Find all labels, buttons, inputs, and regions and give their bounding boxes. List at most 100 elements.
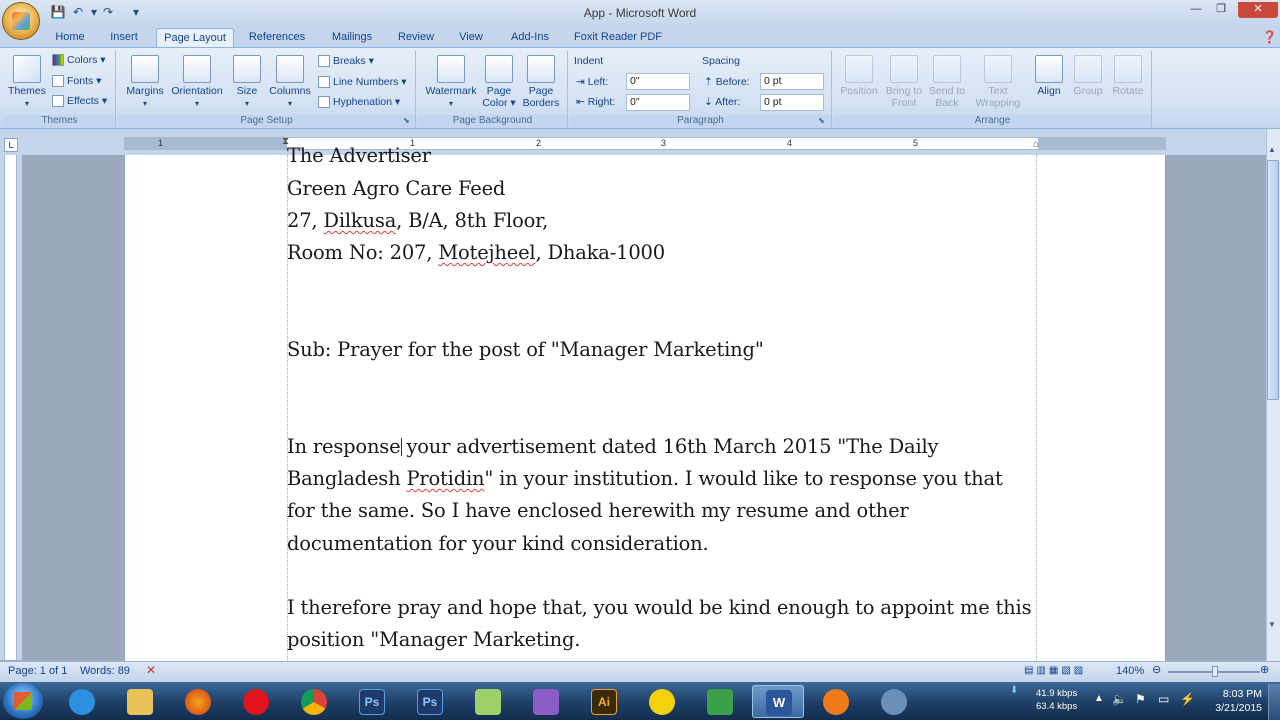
taskbar-photoshop-1[interactable]: Ps xyxy=(346,685,398,718)
firefox-icon xyxy=(185,689,211,715)
taskbar-camtasia[interactable] xyxy=(694,685,746,718)
watermark-button[interactable]: Watermark ▾ xyxy=(424,55,478,110)
taskbar-photoshop-2[interactable]: Ps xyxy=(404,685,456,718)
bring-to-front-button[interactable]: Bring to Front xyxy=(882,55,926,109)
group-button[interactable]: Group xyxy=(1068,55,1108,97)
taskbar-chrome[interactable] xyxy=(288,685,340,718)
office-button[interactable] xyxy=(2,2,40,40)
taskbar-explorer[interactable] xyxy=(114,685,166,718)
horizontal-ruler[interactable] xyxy=(124,137,1166,150)
doc-line-body-2[interactable]: Bangladesh Protidin" in your institution… xyxy=(287,467,1003,490)
page-color-button[interactable]: Page Color ▾ xyxy=(480,55,518,109)
opera-icon xyxy=(243,689,269,715)
help-icon[interactable]: ❓ xyxy=(1262,30,1277,44)
camtasia-icon xyxy=(707,689,733,715)
page-borders-button[interactable]: Page Borders xyxy=(520,55,562,109)
window-title: App - Microsoft Word xyxy=(583,6,697,20)
taskbar-notepad[interactable] xyxy=(462,685,514,718)
doc-line-recipient[interactable]: The Advertiser xyxy=(287,144,431,167)
doc-line-subject[interactable]: Sub: Prayer for the post of "Manager Mar… xyxy=(287,338,764,361)
taskbar-ie[interactable] xyxy=(56,685,108,718)
line-numbers-button[interactable]: Line Numbers ▾ xyxy=(318,76,407,89)
zoom-out-icon[interactable]: ⊖ xyxy=(1152,663,1161,676)
taskbar-media-player[interactable] xyxy=(810,685,862,718)
indent-right-input[interactable]: 0" xyxy=(626,94,690,111)
tab-page-layout[interactable]: Page Layout xyxy=(156,28,234,48)
breaks-button[interactable]: Breaks ▾ xyxy=(318,55,374,68)
zoom-slider-thumb[interactable] xyxy=(1212,666,1218,677)
view-buttons[interactable]: ▤▥▦▧▨ xyxy=(1024,665,1110,679)
photoshop-icon: Ps xyxy=(359,689,385,715)
margins-button[interactable]: Margins ▾ xyxy=(124,55,166,110)
align-label: Align xyxy=(1037,85,1061,97)
close-button[interactable]: ✕ xyxy=(1238,2,1278,18)
zoom-level[interactable]: 140% xyxy=(1116,665,1144,677)
minimize-button[interactable]: — xyxy=(1183,2,1209,18)
start-button[interactable] xyxy=(3,683,43,719)
tab-home[interactable]: Home xyxy=(50,28,90,48)
spacing-before-input[interactable]: 0 pt xyxy=(760,73,824,90)
taskbar-visual-studio[interactable] xyxy=(520,685,572,718)
hyphenation-button[interactable]: Hyphenation ▾ xyxy=(318,96,400,109)
tab-view[interactable]: View xyxy=(454,28,488,48)
right-indent-marker-icon[interactable]: ⌂ xyxy=(1033,139,1039,150)
align-button[interactable]: Align xyxy=(1030,55,1068,97)
scroll-up-icon[interactable]: ▲ xyxy=(1268,145,1276,154)
taskbar-network[interactable] xyxy=(868,685,920,718)
colors-button[interactable]: Colors ▾ xyxy=(52,54,106,67)
taskbar-illustrator[interactable]: Ai xyxy=(578,685,630,718)
scrollbar-thumb[interactable] xyxy=(1267,160,1279,400)
taskbar-opera[interactable] xyxy=(230,685,282,718)
doc-line-address-1[interactable]: 27, Dilkusa, B/A, 8th Floor, xyxy=(287,209,548,232)
scroll-down-icon[interactable]: ▼ xyxy=(1268,620,1276,629)
word-count[interactable]: Words: 89 xyxy=(80,665,130,677)
fonts-button[interactable]: Fonts ▾ xyxy=(52,75,101,88)
page-count[interactable]: Page: 1 of 1 xyxy=(8,665,67,677)
doc-line-body-1[interactable]: In response your advertisement dated 16t… xyxy=(287,435,939,458)
taskbar-firefox[interactable] xyxy=(172,685,224,718)
size-label: Size xyxy=(236,85,258,97)
spacing-after-input[interactable]: 0 pt xyxy=(760,94,824,111)
effects-button[interactable]: Effects ▾ xyxy=(52,95,107,108)
tray-expand-icon[interactable]: ▲ xyxy=(1094,693,1104,704)
doc-line-body-3[interactable]: for the same. So I have enclosed herewit… xyxy=(287,499,909,522)
doc-line-address-2[interactable]: Room No: 207, Motejheel, Dhaka-1000 xyxy=(287,241,665,264)
tab-insert[interactable]: Insert xyxy=(104,28,144,48)
text-wrapping-label-1: Text xyxy=(988,85,1008,97)
tab-selector-icon[interactable]: L xyxy=(4,138,18,152)
indent-left-input[interactable]: 0" xyxy=(626,73,690,90)
action-center-icon[interactable]: ⚑ xyxy=(1135,692,1146,706)
document-page[interactable] xyxy=(124,155,1166,661)
send-to-back-button[interactable]: Send to Back xyxy=(926,55,968,109)
display-icon[interactable]: ▭ xyxy=(1158,692,1169,706)
size-button[interactable]: Size ▾ xyxy=(230,55,264,110)
taskbar-word[interactable]: W xyxy=(752,685,804,718)
doc-line-body-5[interactable]: I therefore pray and hope that, you woul… xyxy=(287,596,1032,619)
vertical-ruler[interactable] xyxy=(4,155,17,660)
text-wrapping-button[interactable]: Text Wrapping xyxy=(970,55,1026,109)
themes-button[interactable]: Themes ▾ xyxy=(6,55,48,110)
page-setup-launcher-icon[interactable]: ⬊ xyxy=(403,116,410,125)
maximize-button[interactable]: ❐ xyxy=(1208,2,1234,18)
paragraph-launcher-icon[interactable]: ⬊ xyxy=(818,116,825,125)
proofing-icon[interactable]: ✕ xyxy=(146,663,156,677)
power-icon[interactable]: ⚡ xyxy=(1180,692,1195,706)
orientation-button[interactable]: Orientation ▾ xyxy=(168,55,226,110)
columns-button[interactable]: Columns ▾ xyxy=(268,55,312,110)
tab-foxit-reader-pdf[interactable]: Foxit Reader PDF xyxy=(570,28,666,48)
tab-mailings[interactable]: Mailings xyxy=(326,28,378,48)
zoom-in-icon[interactable]: ⊕ xyxy=(1260,663,1269,676)
show-desktop-button[interactable] xyxy=(1268,684,1280,720)
rotate-button[interactable]: Rotate xyxy=(1108,55,1148,97)
doc-line-company[interactable]: Green Agro Care Feed xyxy=(287,177,505,200)
indent-left-icon: ⇥ xyxy=(576,76,585,88)
clock[interactable]: 8:03 PM 3/21/2015 xyxy=(1208,687,1262,715)
position-button[interactable]: Position xyxy=(836,55,882,97)
taskbar-app[interactable] xyxy=(636,685,688,718)
tab-review[interactable]: Review xyxy=(394,28,438,48)
doc-line-body-6[interactable]: position "Manager Marketing. xyxy=(287,628,581,651)
volume-icon[interactable]: 🔈 xyxy=(1112,692,1127,706)
doc-line-body-4[interactable]: documentation for your kind consideratio… xyxy=(287,532,709,555)
tab-references[interactable]: References xyxy=(246,28,308,48)
tab-add-ins[interactable]: Add-Ins xyxy=(506,28,554,48)
